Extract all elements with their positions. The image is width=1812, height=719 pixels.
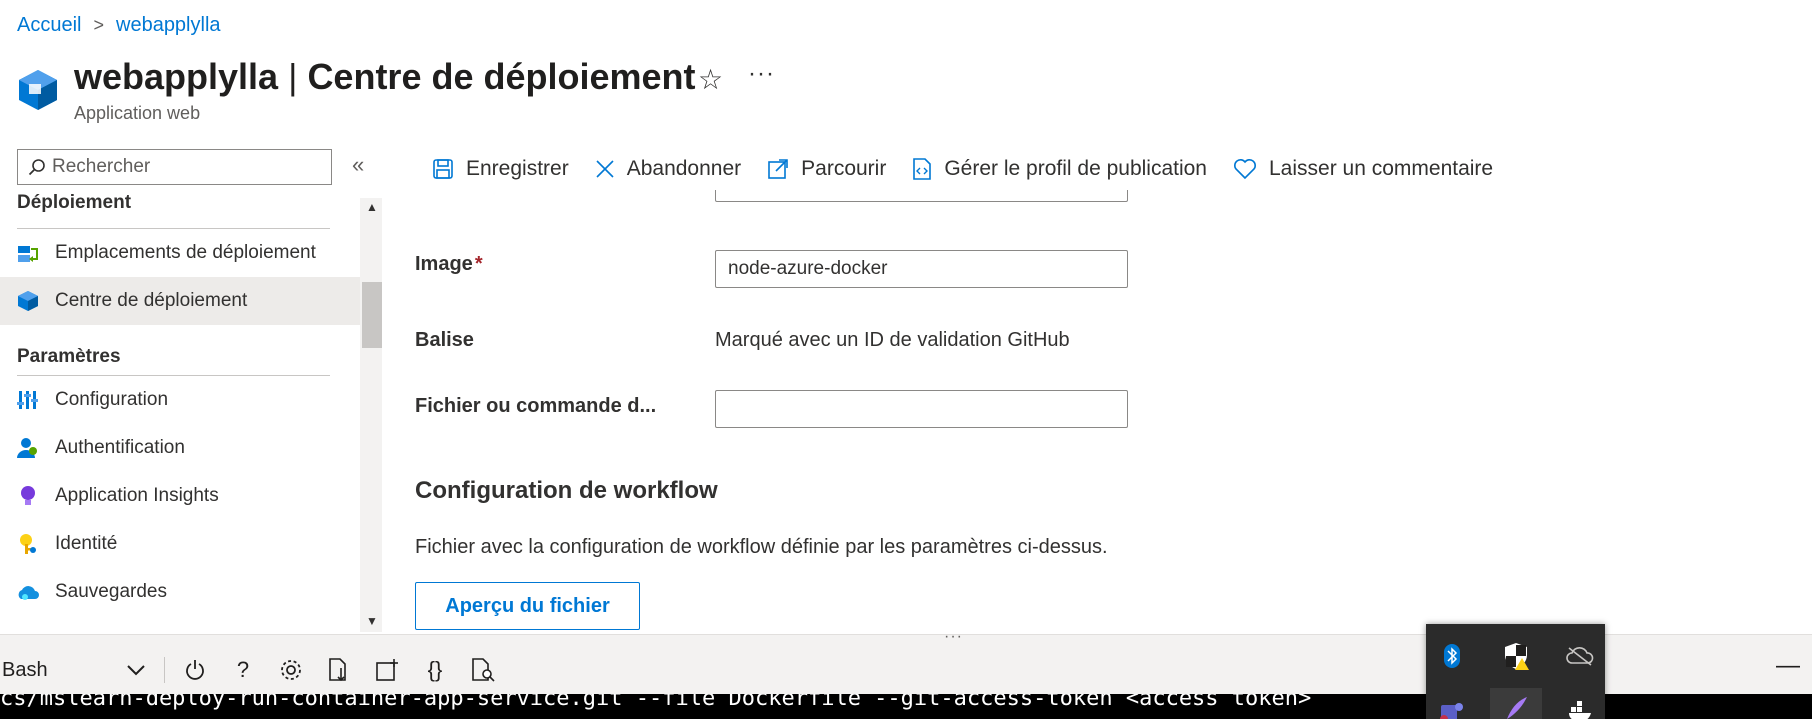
heart-icon <box>1234 159 1256 180</box>
sidebar-item-app-insights[interactable]: Application Insights <box>0 472 360 520</box>
bluetooth-icon[interactable] <box>1436 640 1468 672</box>
blade-name: Centre de déploiement <box>307 56 696 97</box>
identity-icon <box>17 533 39 555</box>
chevron-right-icon: > <box>93 15 104 35</box>
shell-type-select[interactable]: Bash <box>0 659 150 682</box>
scroll-down-icon[interactable]: ▼ <box>366 614 378 628</box>
sidebar-search[interactable] <box>17 149 332 185</box>
workflow-section-title: Configuration de workflow <box>415 477 718 504</box>
sidebar-item-deployment-slots[interactable]: Emplacements de déploiement <box>0 229 360 277</box>
scrollbar-thumb[interactable] <box>362 282 382 348</box>
startup-command-label: Fichier ou commande d... <box>415 395 657 417</box>
scroll-up-icon[interactable]: ▲ <box>366 200 378 214</box>
workflow-description: Fichier avec la configuration de workflo… <box>415 536 1108 558</box>
system-tray-overflow <box>1426 624 1605 719</box>
cloud-offline-icon[interactable] <box>1564 640 1596 672</box>
sidebar: Déploiement Emplacements de déploiement … <box>0 190 360 634</box>
backups-icon <box>17 581 39 603</box>
sidebar-item-label: Application Insights <box>55 485 219 506</box>
web-preview-icon[interactable] <box>465 652 501 688</box>
discard-button[interactable]: Abandonner <box>595 157 741 181</box>
more-options-icon[interactable]: ··· <box>748 60 775 88</box>
feather-app-icon[interactable] <box>1490 688 1542 719</box>
teams-icon[interactable] <box>1436 696 1468 719</box>
resource-name: webapplylla <box>74 56 279 97</box>
upload-download-icon[interactable] <box>321 652 357 688</box>
sidebar-item-label: Centre de déploiement <box>55 290 248 311</box>
sidebar-item-configuration[interactable]: Configuration <box>0 376 360 424</box>
sidebar-item-backups[interactable]: Sauvegardes <box>0 568 360 616</box>
divider <box>164 657 165 683</box>
help-icon[interactable]: ? <box>225 652 261 688</box>
authentication-icon <box>17 437 39 459</box>
deployment-slots-icon <box>17 242 39 264</box>
open-new-session-icon[interactable] <box>369 652 405 688</box>
shell-type-value: Bash <box>2 658 48 681</box>
preview-file-button[interactable]: Aperçu du fichier <box>415 582 640 630</box>
sidebar-item-deployment-center[interactable]: Centre de déploiement <box>0 277 360 325</box>
tag-value: Marqué avec un ID de validation GitHub <box>715 329 1070 351</box>
configuration-icon <box>17 389 39 411</box>
sidebar-item-identity[interactable]: Identité <box>0 520 360 568</box>
search-input[interactable] <box>52 156 322 178</box>
browse-label: Parcourir <box>801 157 887 180</box>
feedback-button[interactable]: Laisser un commentaire <box>1233 157 1493 181</box>
sidebar-item-label: Identité <box>55 533 118 554</box>
browse-button[interactable]: Parcourir <box>767 157 886 181</box>
publish-profile-icon <box>913 158 932 180</box>
image-label: Image * <box>415 253 483 275</box>
open-external-icon <box>768 159 788 179</box>
web-app-icon <box>17 68 59 112</box>
feedback-label: Laisser un commentaire <box>1269 157 1494 180</box>
page-title: webapplylla | Centre de déploiement <box>74 56 696 97</box>
breadcrumb-resource-link[interactable]: webapplylla <box>116 14 221 37</box>
sidebar-section-settings: Paramètres <box>17 346 121 367</box>
gear-icon[interactable] <box>273 652 309 688</box>
manage-profile-label: Gérer le profil de publication <box>944 157 1207 180</box>
sidebar-item-label: Configuration <box>55 389 169 410</box>
app-insights-icon <box>17 485 39 507</box>
main-content: Image* Balise Marqué avec un ID de valid… <box>415 190 1805 634</box>
required-marker: * <box>474 253 483 275</box>
terminal-line: cs/mslearn-deploy-run-container-app-serv… <box>0 694 1312 711</box>
resize-grip-icon[interactable]: ··· <box>944 628 963 646</box>
deployment-center-icon <box>17 290 39 312</box>
save-label: Enregistrer <box>466 157 569 180</box>
sidebar-item-authentication[interactable]: Authentification <box>0 424 360 472</box>
collapse-sidebar-icon[interactable]: « <box>352 152 364 178</box>
sidebar-scrollbar[interactable] <box>360 198 382 632</box>
search-icon <box>28 159 45 176</box>
image-input[interactable] <box>715 250 1128 288</box>
sidebar-item-label: Sauvegardes <box>55 581 167 602</box>
close-icon <box>596 160 614 178</box>
resource-type: Application web <box>74 103 201 123</box>
docker-icon[interactable] <box>1564 696 1596 719</box>
power-icon[interactable] <box>177 652 213 688</box>
sidebar-item-label: Emplacements de déploiement <box>55 242 316 263</box>
tag-label: Balise <box>415 329 474 351</box>
manage-publish-profile-button[interactable]: Gérer le profil de publication <box>912 157 1207 181</box>
breadcrumb: Accueil > webapplylla <box>17 14 221 37</box>
sidebar-item-label: Authentification <box>55 437 185 458</box>
save-icon <box>433 159 453 179</box>
favorite-star-icon[interactable]: ☆ <box>698 63 723 96</box>
save-button[interactable]: Enregistrer <box>432 157 569 181</box>
discard-label: Abandonner <box>626 157 742 180</box>
partial-field-input[interactable] <box>715 190 1128 202</box>
startup-command-input[interactable] <box>715 390 1128 428</box>
breadcrumb-home-link[interactable]: Accueil <box>17 14 81 37</box>
braces-icon[interactable]: {} <box>417 652 453 688</box>
chevron-down-icon <box>127 665 145 676</box>
command-bar: Enregistrer Abandonner Parcourir Gérer l… <box>432 150 1519 188</box>
minimize-icon[interactable]: — <box>1776 652 1800 680</box>
security-shield-icon[interactable] <box>1500 640 1532 672</box>
sidebar-section-deployment: Déploiement <box>17 192 132 213</box>
